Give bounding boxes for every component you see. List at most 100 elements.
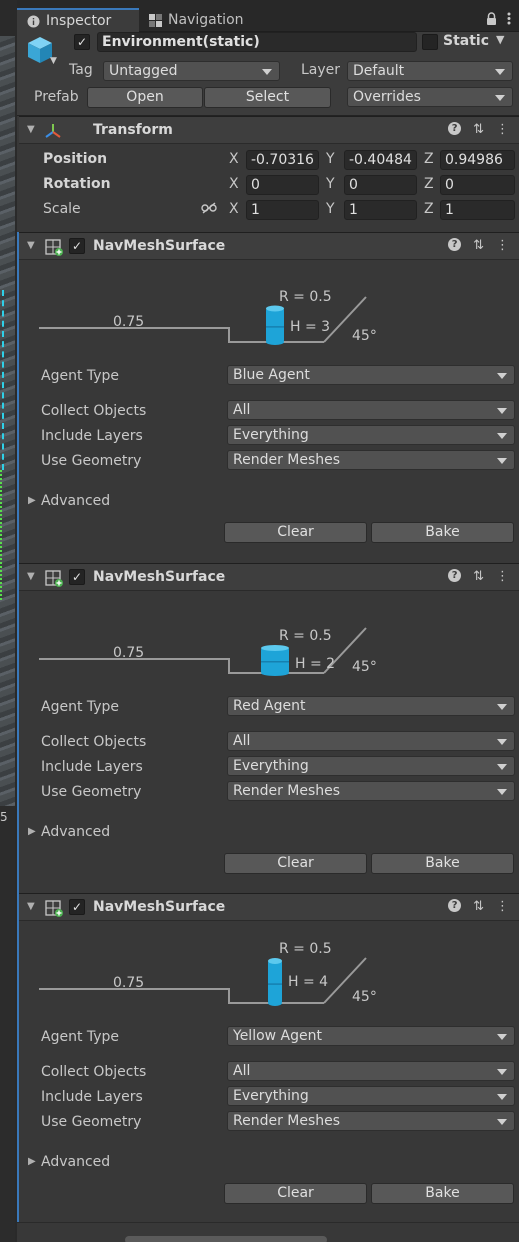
- navmesh-surface-header[interactable]: ▼ ✓ NavMeshSurface ? ⇅ ⋮: [19, 893, 519, 921]
- context-menu-icon[interactable]: ⋮: [496, 899, 509, 914]
- agent-radius-label: R = 0.5: [279, 628, 332, 644]
- navmesh-surface-header[interactable]: ▼ ✓ NavMeshSurface ? ⇅ ⋮: [19, 232, 519, 260]
- rotation-x-field[interactable]: 0: [246, 175, 319, 195]
- rotation-y-label[interactable]: Y: [326, 176, 335, 192]
- context-menu-icon[interactable]: ⋮: [496, 122, 509, 137]
- navmesh-surface-header[interactable]: ▼ ✓ NavMeshSurface ? ⇅ ⋮: [19, 563, 519, 591]
- help-icon[interactable]: ?: [448, 899, 462, 912]
- use-geometry-dropdown[interactable]: Render Meshes: [227, 781, 515, 801]
- scale-y-label[interactable]: Y: [326, 201, 335, 217]
- presets-icon[interactable]: ⇅: [473, 899, 484, 914]
- use-geometry-dropdown[interactable]: Render Meshes: [227, 1111, 515, 1131]
- navmesh-surface-header-icons: ? ⇅ ⋮: [448, 238, 509, 253]
- help-icon[interactable]: ?: [448, 122, 462, 135]
- tag-label: Tag: [69, 62, 93, 78]
- navmesh-surface-header-icons: ? ⇅ ⋮: [448, 899, 509, 914]
- collect-objects-dropdown[interactable]: All: [227, 400, 515, 420]
- position-z-field[interactable]: 0.94986: [440, 150, 515, 170]
- include-layers-dropdown[interactable]: Everything: [227, 425, 515, 445]
- tab-inspector[interactable]: Inspector: [17, 8, 139, 32]
- scale-label: Scale: [43, 201, 81, 217]
- prefab-label: Prefab: [34, 89, 79, 105]
- presets-icon[interactable]: ⇅: [473, 122, 484, 137]
- use-geometry-dropdown[interactable]: Render Meshes: [227, 450, 515, 470]
- navmesh-surface-enabled-checkbox[interactable]: ✓: [69, 238, 85, 254]
- advanced-label[interactable]: Advanced: [41, 1154, 110, 1170]
- max-slope-label: 45°: [352, 328, 377, 344]
- clear-button[interactable]: Clear: [224, 853, 367, 874]
- navmesh-surface-foldout-icon[interactable]: ▼: [27, 240, 35, 251]
- position-y-field[interactable]: -0.40484: [344, 150, 417, 170]
- agent-diagram-graphic: [39, 296, 367, 345]
- static-checkbox[interactable]: [422, 34, 438, 50]
- help-icon[interactable]: ?: [448, 569, 462, 582]
- static-dropdown-arrow-icon[interactable]: ▼: [496, 33, 504, 46]
- scale-z-label[interactable]: Z: [424, 201, 434, 217]
- rotation-y-field[interactable]: 0: [344, 175, 417, 195]
- scale-x-field[interactable]: 1: [246, 200, 319, 220]
- agent-type-dropdown[interactable]: Blue Agent: [227, 365, 515, 385]
- rotation-label: Rotation: [43, 176, 111, 192]
- constrain-proportions-icon[interactable]: [201, 202, 217, 218]
- lock-icon[interactable]: [486, 12, 497, 29]
- active-checkbox[interactable]: ✓: [74, 34, 90, 50]
- layer-dropdown[interactable]: Default: [347, 61, 513, 81]
- static-label: Static: [443, 33, 490, 49]
- bake-button[interactable]: Bake: [371, 853, 514, 874]
- navmesh-surface-component-2: ▼ ✓ NavMeshSurface ? ⇅ ⋮ R = 0.5 H = 2 0…: [17, 563, 519, 894]
- tab-navigation[interactable]: Navigation: [139, 8, 254, 32]
- position-y-label[interactable]: Y: [326, 151, 335, 167]
- navmesh-surface-foldout-icon[interactable]: ▼: [27, 571, 35, 582]
- prefab-overrides-dropdown[interactable]: Overrides: [347, 87, 513, 107]
- collect-objects-label: Collect Objects: [41, 1064, 147, 1080]
- tag-dropdown[interactable]: Untagged: [103, 61, 280, 81]
- horizontal-scrollbar-thumb[interactable]: [125, 1236, 327, 1242]
- advanced-label[interactable]: Advanced: [41, 493, 110, 509]
- help-icon[interactable]: ?: [448, 238, 462, 251]
- prefab-select-button[interactable]: Select: [204, 87, 331, 108]
- rotation-z-field[interactable]: 0: [440, 175, 515, 195]
- presets-icon[interactable]: ⇅: [473, 238, 484, 253]
- clear-button[interactable]: Clear: [224, 1183, 367, 1204]
- navmesh-surface-enabled-checkbox[interactable]: ✓: [69, 569, 85, 585]
- agent-type-label: Agent Type: [41, 1029, 120, 1045]
- agent-diagram-graphic: [39, 627, 367, 676]
- advanced-foldout-icon[interactable]: ▶: [28, 495, 36, 506]
- context-menu-icon[interactable]: ⋮: [496, 238, 509, 253]
- prefab-open-button[interactable]: Open: [87, 87, 203, 108]
- context-menu-icon[interactable]: ⋮: [496, 569, 509, 584]
- position-x-field[interactable]: -0.70316: [246, 150, 319, 170]
- presets-icon[interactable]: ⇅: [473, 569, 484, 584]
- bake-button[interactable]: Bake: [371, 522, 514, 543]
- navigation-icon: [149, 13, 162, 27]
- include-layers-dropdown[interactable]: Everything: [227, 1086, 515, 1106]
- tab-inspector-label: Inspector: [46, 13, 112, 29]
- scale-x-label[interactable]: X: [229, 201, 239, 217]
- advanced-foldout-icon[interactable]: ▶: [28, 1156, 36, 1167]
- transform-foldout-icon[interactable]: ▼: [27, 124, 35, 135]
- bake-button[interactable]: Bake: [371, 1183, 514, 1204]
- scale-y-field[interactable]: 1: [344, 200, 417, 220]
- tab-menu-icon[interactable]: [507, 12, 511, 29]
- agent-diagram-graphic: [39, 957, 367, 1006]
- collect-objects-dropdown[interactable]: All: [227, 731, 515, 751]
- navmesh-surface-foldout-icon[interactable]: ▼: [27, 901, 35, 912]
- position-z-label[interactable]: Z: [424, 151, 434, 167]
- include-layers-dropdown[interactable]: Everything: [227, 756, 515, 776]
- clear-button[interactable]: Clear: [224, 522, 367, 543]
- icon-dropdown-arrow-icon[interactable]: ▼: [50, 56, 57, 66]
- position-x-label[interactable]: X: [229, 151, 239, 167]
- rotation-x-label[interactable]: X: [229, 176, 239, 192]
- object-name-field[interactable]: Environment(static): [97, 32, 417, 52]
- advanced-label[interactable]: Advanced: [41, 824, 110, 840]
- use-geometry-label: Use Geometry: [41, 453, 142, 469]
- agent-type-dropdown[interactable]: Red Agent: [227, 696, 515, 716]
- include-layers-label: Include Layers: [41, 759, 143, 775]
- collect-objects-dropdown[interactable]: All: [227, 1061, 515, 1081]
- agent-type-dropdown[interactable]: Yellow Agent: [227, 1026, 515, 1046]
- navmesh-surface-enabled-checkbox[interactable]: ✓: [69, 899, 85, 915]
- transform-header[interactable]: ▼ Transform ? ⇅ ⋮: [19, 116, 519, 144]
- rotation-z-label[interactable]: Z: [424, 176, 434, 192]
- advanced-foldout-icon[interactable]: ▶: [28, 826, 36, 837]
- scale-z-field[interactable]: 1: [440, 200, 515, 220]
